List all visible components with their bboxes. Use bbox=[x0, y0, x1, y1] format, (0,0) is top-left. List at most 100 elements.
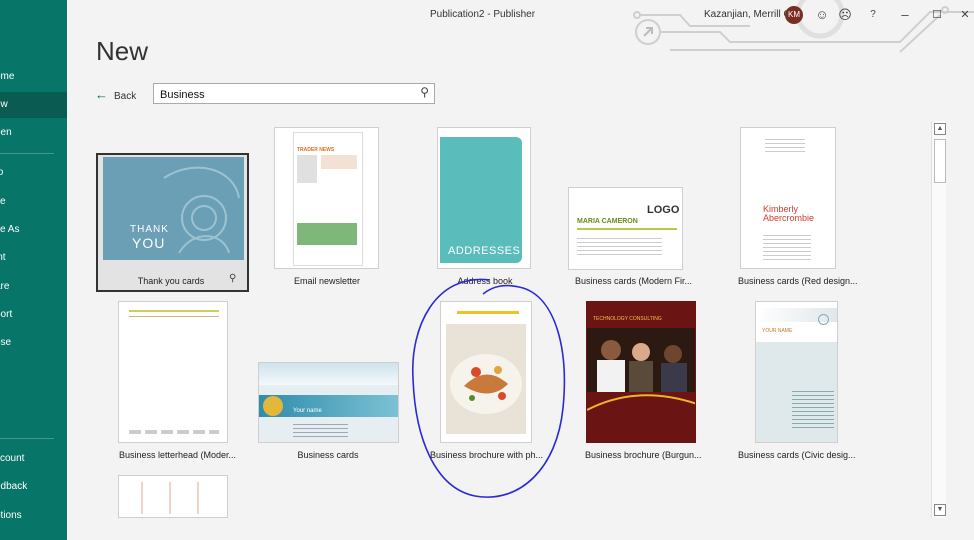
accent-line bbox=[577, 228, 677, 230]
text-block bbox=[763, 232, 811, 260]
page-preview: TRADER NEWS bbox=[293, 132, 363, 266]
sidebar-item-new[interactable]: ew bbox=[0, 92, 67, 118]
sidebar-item-label: ve As bbox=[0, 224, 20, 235]
sidebar-item-save[interactable]: ve bbox=[0, 189, 67, 215]
thumb-text: TECHNOLOGY CONSULTING bbox=[593, 316, 662, 322]
vertical-scrollbar[interactable]: ▲ ▼ bbox=[931, 121, 946, 518]
people-graphic bbox=[597, 340, 687, 392]
sidebar-item-open[interactable]: pen bbox=[0, 120, 67, 146]
swirl-graphic bbox=[163, 166, 240, 254]
template-label: Business cards (Civic desig... bbox=[738, 450, 856, 460]
thumb-text: Abercrombie bbox=[763, 213, 815, 223]
sidebar-item-account[interactable]: ccount bbox=[0, 446, 67, 472]
sidebar-item-label: int bbox=[0, 252, 6, 263]
template-label: Business cards (Red design... bbox=[738, 276, 858, 286]
back-button[interactable]: ← Back bbox=[95, 87, 136, 102]
sidebar-item-info[interactable]: fo bbox=[0, 160, 67, 186]
sidebar-item-close[interactable]: ose bbox=[0, 330, 67, 356]
header-block bbox=[259, 363, 398, 385]
frown-icon[interactable]: ☹ bbox=[836, 5, 854, 25]
thumb-text: LOGO bbox=[647, 204, 680, 216]
page-title: New bbox=[96, 36, 149, 66]
template-thumbnail: TRADER NEWS bbox=[274, 127, 379, 269]
thumb-text: THANK bbox=[130, 224, 169, 235]
pin-icon[interactable]: ⚲ bbox=[229, 273, 236, 284]
template-label: Business cards bbox=[297, 450, 359, 460]
sidebar-item-share[interactable]: are bbox=[0, 274, 67, 300]
sidebar-item-print[interactable]: int bbox=[0, 245, 67, 271]
sidebar-item-label: are bbox=[0, 281, 10, 292]
accent-line bbox=[129, 310, 219, 312]
sidebar-item-label: ose bbox=[0, 337, 12, 348]
sidebar-item-feedback[interactable]: edback bbox=[0, 474, 67, 500]
help-button[interactable]: ? bbox=[864, 5, 882, 25]
template-thumbnail: Kimberly Abercrombie bbox=[740, 127, 836, 269]
team-photo bbox=[587, 328, 695, 392]
back-arrow-icon: ← bbox=[95, 87, 108, 102]
template-thumbnail: ADDRESSES bbox=[437, 127, 531, 269]
close-button[interactable]: ✕ bbox=[956, 5, 974, 25]
search-box: ⚲ bbox=[153, 83, 435, 104]
search-icon[interactable]: ⚲ bbox=[420, 85, 429, 99]
scrollbar-thumb[interactable] bbox=[934, 139, 946, 183]
template-label: Business letterhead (Moder... bbox=[119, 450, 237, 460]
sidebar-item-label: ew bbox=[0, 99, 8, 110]
sidebar-divider bbox=[0, 153, 54, 154]
template-thumbnail: YOUR NAME bbox=[755, 301, 838, 443]
image-block bbox=[297, 223, 357, 245]
template-thumbnail: Your name bbox=[258, 362, 399, 443]
thumb-text: MARIA CAMERON bbox=[577, 218, 638, 225]
template-thumbnail bbox=[118, 301, 228, 443]
scroll-up-icon[interactable]: ▲ bbox=[934, 123, 946, 135]
smiley-icon[interactable]: ☺ bbox=[813, 5, 831, 25]
globe-icon bbox=[263, 396, 283, 416]
sidebar-item-home[interactable]: ome bbox=[0, 64, 67, 90]
sidebar-item-label: fo bbox=[0, 167, 4, 178]
text-block bbox=[321, 155, 357, 169]
template-label: Thank you cards bbox=[137, 276, 205, 286]
scroll-down-icon[interactable]: ▼ bbox=[934, 504, 946, 516]
search-input[interactable] bbox=[158, 86, 412, 103]
circle-graphic bbox=[818, 314, 829, 325]
minimize-button[interactable]: – bbox=[896, 5, 914, 25]
thumb-text: YOU bbox=[132, 235, 166, 251]
sidebar-item-label: ptions bbox=[0, 510, 22, 521]
sidebar-item-label: ccount bbox=[0, 453, 25, 464]
thumb-text: YOUR NAME bbox=[762, 328, 793, 334]
sidebar-item-label: port bbox=[0, 309, 13, 320]
thumb-text: ADDRESSES bbox=[448, 245, 521, 257]
sidebar-item-label: edback bbox=[0, 481, 28, 492]
template-label: Email newsletter bbox=[293, 276, 361, 286]
template-thumbnail: LOGO MARIA CAMERON bbox=[568, 187, 683, 270]
text-block bbox=[765, 136, 805, 152]
thumb-text: Your name bbox=[293, 408, 322, 414]
sidebar-item-options[interactable]: ptions bbox=[0, 503, 67, 529]
template-thumbnail: TECHNOLOGY CONSULTING bbox=[586, 301, 696, 443]
accent-line bbox=[129, 316, 219, 317]
sidebar-item-save-as[interactable]: ve As bbox=[0, 217, 67, 243]
text-block bbox=[127, 482, 219, 514]
image-block bbox=[297, 155, 317, 183]
backstage-sidebar: ome ew pen fo ve ve As int are port ose … bbox=[0, 0, 67, 540]
sidebar-item-label: ve bbox=[0, 196, 6, 207]
maximize-button[interactable]: ☐ bbox=[928, 5, 946, 25]
avatar[interactable]: KM bbox=[785, 6, 803, 24]
template-label: Business cards (Modern Fir... bbox=[575, 276, 693, 286]
template-thumbnail: THANK YOU bbox=[103, 157, 244, 260]
template-label: Business brochure (Burgun... bbox=[585, 450, 702, 460]
template-thumbnail bbox=[118, 475, 228, 518]
sidebar-item-label: ome bbox=[0, 71, 15, 82]
text-block bbox=[577, 235, 662, 255]
window-title: Publication2 - Publisher bbox=[430, 9, 536, 20]
text-block bbox=[792, 388, 834, 428]
sidebar-item-export[interactable]: port bbox=[0, 302, 67, 328]
sidebar-item-label: pen bbox=[0, 127, 12, 138]
text-block bbox=[293, 421, 348, 439]
swoosh-graphic bbox=[587, 394, 695, 411]
thumb-text: TRADER NEWS bbox=[297, 147, 335, 153]
annotation-circle bbox=[412, 278, 566, 498]
sidebar-divider bbox=[0, 438, 54, 439]
footer-block bbox=[129, 430, 219, 434]
account-name[interactable]: Kazanjian, Merrill G. bbox=[704, 9, 794, 20]
back-label: Back bbox=[114, 91, 137, 102]
